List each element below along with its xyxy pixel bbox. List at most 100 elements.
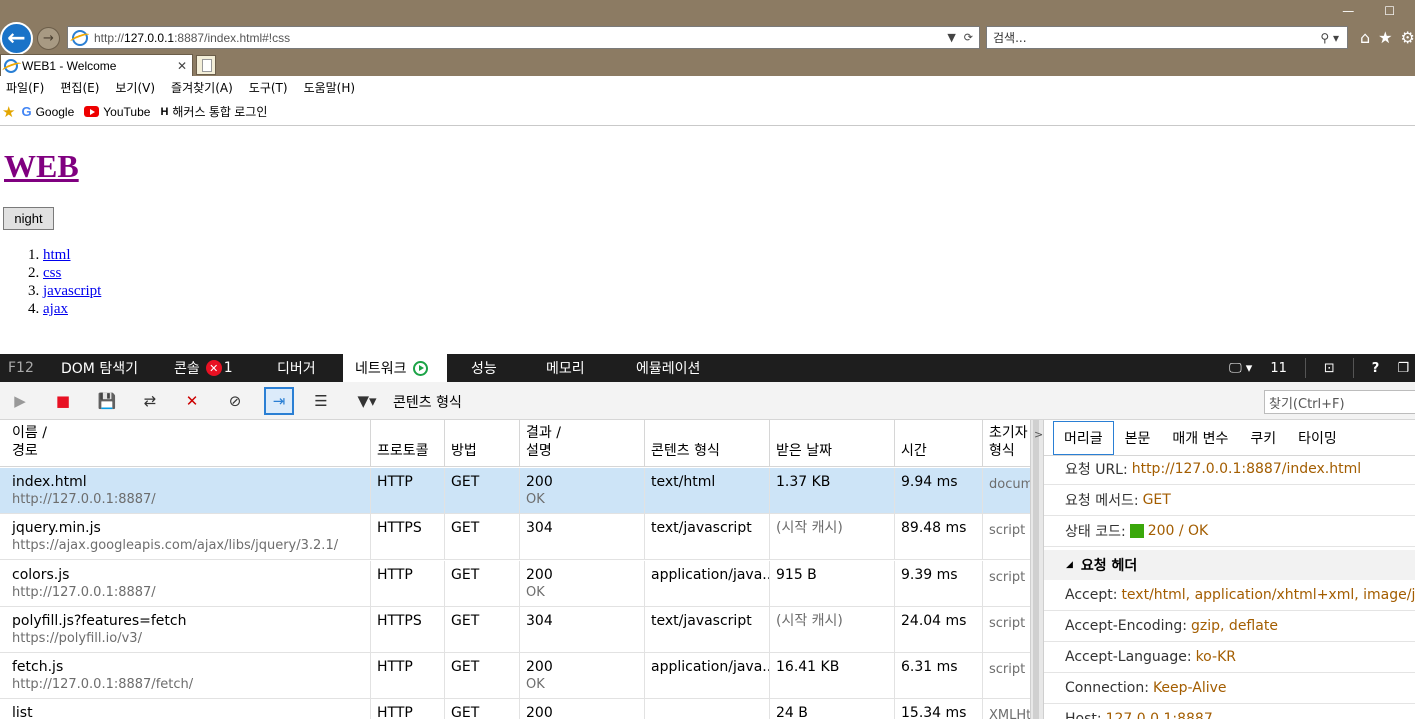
search-icon[interactable]: ⚲ ▾ bbox=[1320, 31, 1339, 45]
menu-edit[interactable]: 편집(E) bbox=[60, 79, 99, 96]
row-desc: OK bbox=[526, 585, 545, 600]
tab-body[interactable]: 본문 bbox=[1114, 421, 1162, 455]
tab-memory[interactable]: 메모리 bbox=[546, 354, 585, 382]
row-method: GET bbox=[445, 653, 520, 699]
column-protocol[interactable]: 프로토콜 bbox=[371, 420, 445, 467]
ie-page-icon bbox=[72, 29, 88, 46]
filter-icon[interactable]: ▼▾ bbox=[357, 392, 377, 410]
help-icon[interactable]: ? bbox=[1372, 361, 1380, 376]
clear-on-navigate-icon[interactable]: ⇥ bbox=[264, 387, 294, 415]
request-method-value: GET bbox=[1142, 492, 1171, 508]
tab-cookies[interactable]: 쿠키 bbox=[1239, 421, 1287, 455]
add-favorite-icon[interactable]: ★ bbox=[2, 103, 15, 121]
menu-favorites[interactable]: 즐겨찾기(A) bbox=[171, 79, 233, 96]
undock-icon[interactable]: ❐ bbox=[1397, 361, 1409, 376]
link-ajax[interactable]: ajax bbox=[43, 301, 68, 317]
table-row[interactable]: index.html http://127.0.0.1:8887/ HTTP GE… bbox=[0, 468, 1030, 514]
column-content-type[interactable]: 콘텐츠 형식 bbox=[645, 420, 770, 467]
menu-help[interactable]: 도움말(H) bbox=[304, 79, 356, 96]
console-toggle-icon[interactable]: ⊡ bbox=[1324, 361, 1335, 376]
favorite-hackers[interactable]: H 해커스 통합 로그인 bbox=[160, 103, 267, 120]
column-name[interactable]: 이름 / 경로 bbox=[0, 420, 371, 467]
request-headers-section[interactable]: ◢ 요청 헤더 bbox=[1044, 550, 1415, 580]
header-row: Connection: Keep-Alive bbox=[1044, 673, 1415, 704]
gear-icon[interactable]: ⚙ bbox=[1401, 28, 1415, 47]
link-javascript[interactable]: javascript bbox=[43, 283, 101, 299]
search-bar[interactable]: 검색... ⚲ ▾ bbox=[986, 26, 1348, 49]
tab-emulation[interactable]: 에뮬레이션 bbox=[636, 354, 700, 382]
favorites-bar: ★ G Google YouTube H 해커스 통합 로그인 bbox=[0, 98, 1415, 126]
row-initiator: document bbox=[989, 477, 1030, 492]
menu-file[interactable]: 파일(F) bbox=[6, 79, 44, 96]
tab-headers[interactable]: 머리글 bbox=[1053, 420, 1114, 455]
find-input[interactable]: 찾기(Ctrl+F) bbox=[1264, 390, 1415, 414]
address-bar[interactable]: http://127.0.0.1:8887/index.html#!css ▼ … bbox=[67, 26, 980, 49]
tab-timings[interactable]: 타이밍 bbox=[1287, 421, 1348, 455]
tab-console[interactable]: 콘솔 ✕ 1 bbox=[174, 354, 233, 382]
home-icon[interactable]: ⌂ bbox=[1360, 28, 1370, 47]
content-type-filter[interactable]: 콘텐츠 형식 bbox=[393, 392, 462, 412]
start-profiling-icon[interactable]: ▶ bbox=[10, 392, 30, 410]
favorite-google[interactable]: G Google bbox=[21, 104, 74, 119]
page-title-link[interactable]: WEB bbox=[4, 148, 79, 185]
back-button[interactable]: ← bbox=[0, 22, 33, 55]
column-initiator[interactable]: 초기자 형식 bbox=[983, 420, 1030, 467]
collapse-details-icon[interactable]: > bbox=[1034, 428, 1043, 441]
menu-view[interactable]: 보기(V) bbox=[115, 79, 155, 96]
favorites-star-icon[interactable]: ★ bbox=[1378, 28, 1392, 47]
table-row[interactable]: fetch.js http://127.0.0.1:8887/fetch/ HTT… bbox=[0, 653, 1030, 699]
row-method: GET bbox=[445, 699, 520, 719]
tab-network[interactable]: 네트워크 bbox=[343, 354, 447, 382]
import-icon[interactable]: ⇄ bbox=[140, 392, 160, 410]
url-host: 127.0.0.1 bbox=[124, 30, 175, 45]
status-code-value: 200 / OK bbox=[1147, 523, 1209, 539]
document-mode-value[interactable]: 11 bbox=[1270, 361, 1287, 376]
tab-dom-explorer[interactable]: DOM 탐색기 bbox=[61, 354, 138, 382]
row-time: 6.31 ms bbox=[895, 653, 983, 699]
tab-parameters[interactable]: 매개 변수 bbox=[1161, 421, 1239, 455]
row-result: 304 bbox=[526, 520, 553, 536]
table-row[interactable]: colors.js http://127.0.0.1:8887/ HTTP GET… bbox=[0, 561, 1030, 607]
document-mode-icon[interactable]: 🖵 ▾ bbox=[1229, 361, 1252, 376]
new-tab-button[interactable] bbox=[196, 55, 216, 75]
favorite-youtube[interactable]: YouTube bbox=[84, 105, 150, 119]
clear-cache-icon[interactable]: ⊘ bbox=[225, 392, 245, 410]
stop-profiling-icon[interactable]: ■ bbox=[53, 392, 73, 410]
close-icon[interactable]: ✕ bbox=[177, 59, 187, 73]
always-refresh-icon[interactable]: ☰ bbox=[311, 392, 331, 410]
browser-tab[interactable]: WEB1 - Welcome ✕ bbox=[0, 54, 193, 76]
address-dropdown-icon[interactable]: ▼ bbox=[947, 31, 955, 44]
address-url[interactable]: http://127.0.0.1:8887/index.html#!css bbox=[94, 31, 947, 45]
column-time[interactable]: 시간 bbox=[895, 420, 983, 467]
row-time: 89.48 ms bbox=[895, 514, 983, 560]
menu-tools[interactable]: 도구(T) bbox=[249, 79, 288, 96]
row-type: text/html bbox=[645, 468, 770, 514]
search-input[interactable]: 검색... bbox=[993, 29, 1320, 46]
row-initiator: script bbox=[989, 662, 1026, 677]
pane-splitter[interactable] bbox=[1030, 420, 1044, 719]
list-item: ajax bbox=[43, 300, 101, 318]
forward-button[interactable]: → bbox=[37, 27, 60, 50]
table-row[interactable]: jquery.min.js https://ajax.googleapis.com… bbox=[0, 514, 1030, 560]
column-received[interactable]: 받은 날짜 bbox=[770, 420, 895, 467]
link-css[interactable]: css bbox=[43, 265, 61, 281]
column-method[interactable]: 방법 bbox=[445, 420, 520, 467]
tab-debugger[interactable]: 디버거 bbox=[277, 354, 316, 382]
night-button[interactable]: night bbox=[3, 207, 54, 230]
link-html[interactable]: html bbox=[43, 247, 71, 263]
row-name: index.html bbox=[12, 474, 87, 490]
arrow-right-icon: → bbox=[43, 31, 54, 46]
maximize-icon[interactable]: ☐ bbox=[1384, 4, 1395, 18]
clear-entries-icon[interactable]: ✕ bbox=[182, 392, 202, 410]
refresh-icon[interactable]: ⟳ bbox=[964, 31, 973, 44]
column-result[interactable]: 결과 / 설명 bbox=[520, 420, 645, 467]
tab-performance[interactable]: 성능 bbox=[471, 354, 497, 382]
row-type: application/java... bbox=[645, 653, 770, 699]
table-row[interactable]: polyfill.js?features=fetch https://polyfi… bbox=[0, 607, 1030, 653]
row-desc: OK bbox=[526, 677, 545, 692]
save-icon[interactable]: 💾 bbox=[97, 392, 117, 410]
minimize-icon[interactable]: — bbox=[1342, 4, 1354, 18]
table-row[interactable]: list HTTP GET 200 24 B 15.34 ms XMLHttp bbox=[0, 699, 1030, 719]
header-row: Accept-Encoding: gzip, deflate bbox=[1044, 611, 1415, 642]
list-item: html bbox=[43, 246, 101, 264]
